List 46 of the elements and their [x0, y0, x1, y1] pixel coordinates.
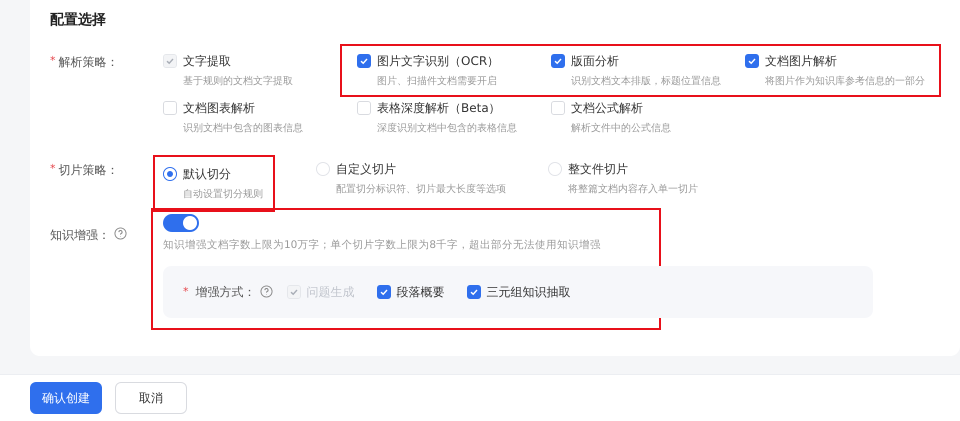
help-icon[interactable] — [260, 285, 272, 298]
option-title: 文档图片解析 — [765, 53, 837, 70]
option-title: 整文件切片 — [568, 161, 628, 178]
checkbox[interactable] — [376, 284, 390, 299]
checkbox[interactable] — [466, 284, 480, 299]
check-icon — [165, 56, 175, 66]
toggle-switch[interactable] — [163, 214, 199, 232]
option-description: 识别文档中包含的图表信息 — [183, 122, 304, 136]
field-label: 知识增强： — [50, 227, 110, 244]
cancel-button[interactable]: 取消 — [115, 382, 187, 414]
check-icon — [553, 56, 563, 66]
option-description: 解析文件中的公式信息 — [571, 122, 672, 136]
option-description: 深度识别文档中包含的表格信息 — [377, 122, 518, 136]
option-title: 表格深度解析（Beta） — [377, 100, 501, 117]
confirm-button[interactable]: 确认创建 — [30, 382, 102, 414]
checkbox[interactable] — [357, 54, 371, 68]
field-label: 切片策略： — [58, 162, 118, 179]
required-asterisk: * — [50, 161, 56, 177]
field-label: 解析策略： — [58, 54, 118, 71]
limit-note: 知识增强文档字数上限为10万字；单个切片字数上限为8千字，超出部分无法使用知识增强 — [163, 238, 602, 253]
option-title: 自定义切片 — [336, 161, 396, 178]
option-title: 版面分析 — [571, 53, 619, 70]
option-description: 图片、扫描件文档需要开启 — [377, 74, 498, 89]
option-description: 基于规则的文档文字提取 — [183, 74, 294, 89]
option-title: 段落概要 — [396, 284, 444, 301]
checkbox[interactable] — [551, 54, 565, 68]
required-asterisk: * — [183, 284, 188, 300]
required-asterisk: * — [50, 53, 56, 69]
option-description: 自动设置切分规则 — [183, 188, 263, 202]
checkbox[interactable] — [745, 54, 759, 68]
check-icon — [747, 56, 757, 66]
help-icon[interactable] — [114, 227, 127, 240]
option-description: 配置切分标识符、切片最大长度等选项 — [336, 182, 507, 197]
option-title: 文字提取 — [183, 53, 231, 70]
field-label: 增强方式： — [196, 284, 256, 301]
option-title: 图片文字识别（OCR） — [377, 53, 500, 70]
option-description: 识别文档文本排版，标题位置信息 — [571, 74, 722, 89]
radio-button[interactable] — [163, 167, 177, 181]
option-title: 文档公式解析 — [571, 100, 643, 117]
check-icon — [359, 56, 369, 66]
option-description: 将图片作为知识库参考信息的一部分 — [765, 74, 926, 89]
section-title: 配置选择 — [50, 11, 107, 30]
option-title: 文档图表解析 — [183, 100, 255, 117]
option-title: 三元组知识抽取 — [486, 284, 570, 301]
option-title: 默认切分 — [183, 166, 231, 183]
option-description: 将整篇文档内容存入单一切片 — [568, 182, 699, 197]
